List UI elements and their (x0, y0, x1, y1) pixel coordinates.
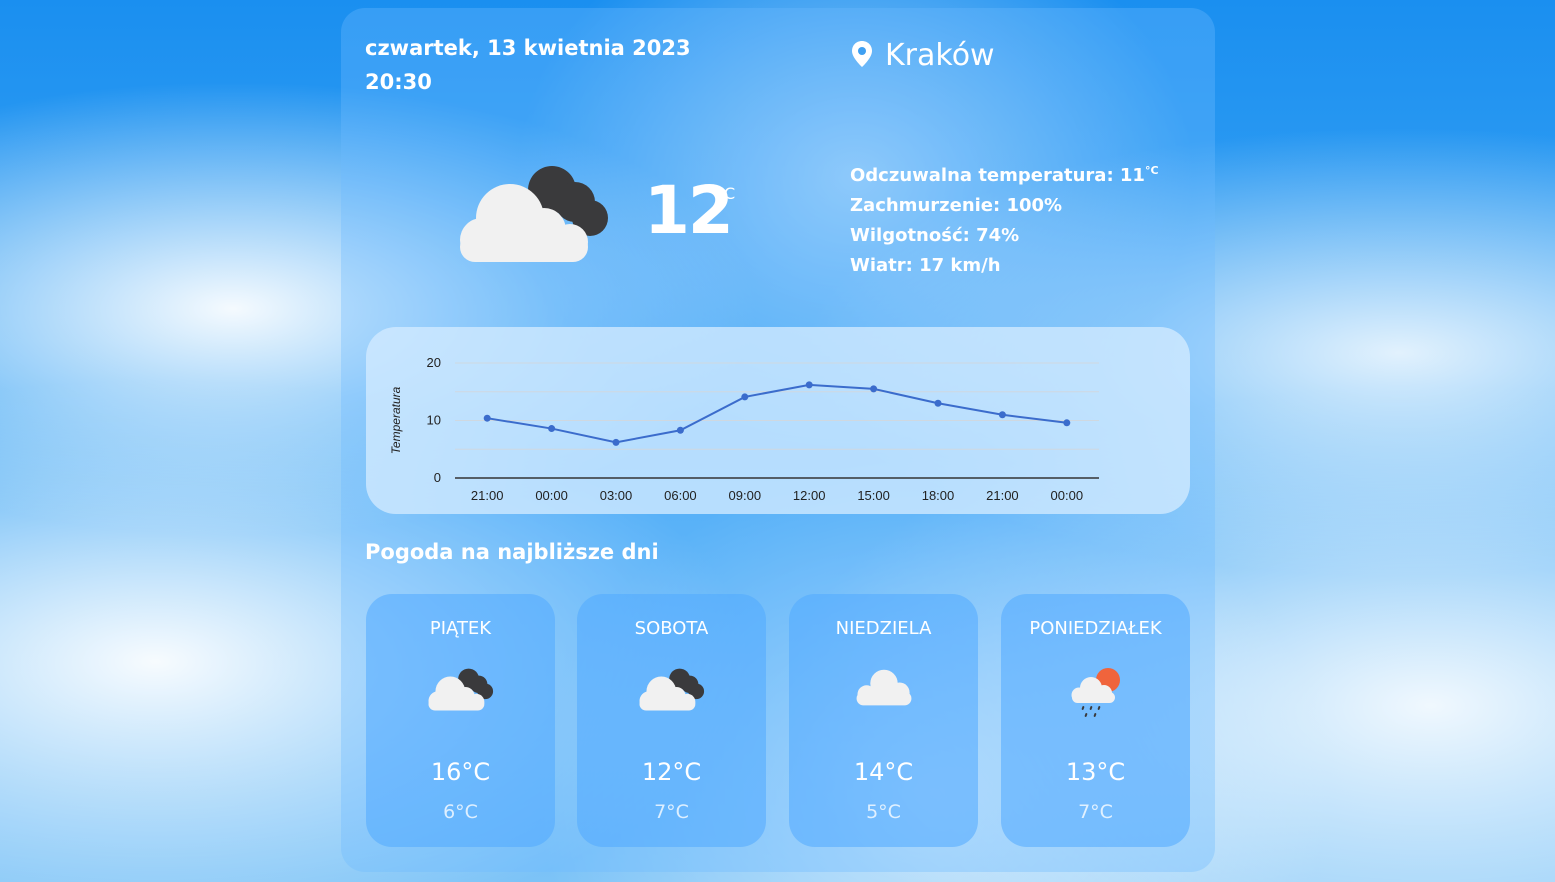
humidity: Wilgotność: 74% (850, 225, 1020, 246)
day-name: NIEDZIELA (835, 618, 932, 639)
day-low-temp: 6°C (443, 801, 478, 823)
day-low-temp: 7°C (1078, 801, 1113, 823)
x-tick-label: 15:00 (857, 488, 890, 503)
data-point (805, 381, 813, 389)
day-high-temp: 16°C (430, 758, 491, 786)
temperature-unit: °C (716, 184, 736, 203)
day-high-temp: 13°C (1065, 758, 1126, 786)
day-low-temp: 5°C (866, 801, 901, 823)
data-point (998, 411, 1006, 419)
day-name: SOBOTA (634, 618, 709, 639)
cloud-icon (789, 666, 978, 710)
temperature-chart-panel: 0 10 20 21:00 00:00 03:00 06:00 09:00 12:00 15:00… (366, 327, 1190, 514)
data-point (934, 399, 942, 407)
feels-like-text: Odczuwalna temperatura: 11 (850, 165, 1145, 186)
x-tick-label: 00:00 (535, 488, 568, 503)
data-point (483, 414, 491, 422)
data-point (741, 393, 749, 401)
day-high-temp: 12°C (641, 758, 702, 786)
day-name: PIĄTEK (429, 618, 492, 639)
temperature-chart: 0 10 20 21:00 00:00 03:00 06:00 09:00 12:00 15:00… (389, 355, 1099, 503)
wind: Wiatr: 17 km/h (850, 255, 1001, 276)
current-time: 20:30 (365, 70, 432, 94)
x-tick-label: 06:00 (664, 488, 697, 503)
y-tick-label: 0 (434, 470, 441, 485)
day-name: PONIEDZIAŁEK (1029, 618, 1162, 639)
x-tick-label: 21:00 (471, 488, 504, 503)
cloud-dark-icon (452, 160, 617, 274)
forecast-day: SOBOTA 12°C 7°C (577, 594, 766, 847)
x-tick-label: 18:00 (922, 488, 955, 503)
day-high-temp: 14°C (853, 758, 914, 786)
forecast-day: PONIEDZIAŁEK 13°C 7°C (1001, 594, 1190, 847)
x-tick-label: 12:00 (793, 488, 826, 503)
data-point (612, 438, 620, 446)
cloud-dark-icon (577, 666, 766, 714)
data-point (676, 426, 684, 434)
cloud-dark-icon (366, 666, 555, 714)
forecast-day: PIĄTEK 16°C 6°C (366, 594, 555, 847)
rain-sun-icon (1001, 666, 1190, 720)
x-tick-label: 00:00 (1051, 488, 1084, 503)
series-line (487, 383, 1067, 444)
data-point (1063, 419, 1071, 427)
feels-like-unit: °C (1144, 164, 1159, 177)
day-low-temp: 7°C (654, 801, 689, 823)
feels-like: Odczuwalna temperatura: 11°C (850, 156, 1159, 191)
x-tick-label: 21:00 (986, 488, 1019, 503)
x-tick-label: 09:00 (729, 488, 762, 503)
forecast-day: NIEDZIELA 14°C 5°C (789, 594, 978, 847)
location: Kraków (851, 38, 995, 73)
y-tick-label: 20 (427, 355, 441, 370)
map-pin-icon (851, 40, 873, 72)
data-point (548, 425, 556, 433)
forecast-title: Pogoda na najbliższe dni (365, 540, 659, 564)
current-date: czwartek, 13 kwietnia 2023 (365, 36, 691, 60)
y-tick-label: 10 (427, 413, 441, 428)
y-axis-label: Temperatura (389, 386, 403, 454)
data-point (870, 385, 878, 393)
weather-details: Odczuwalna temperatura: 11°C Zachmurzeni… (850, 156, 1159, 281)
x-tick-label: 03:00 (600, 488, 633, 503)
city-name: Kraków (885, 38, 995, 73)
cloudiness: Zachmurzenie: 100% (850, 195, 1063, 216)
